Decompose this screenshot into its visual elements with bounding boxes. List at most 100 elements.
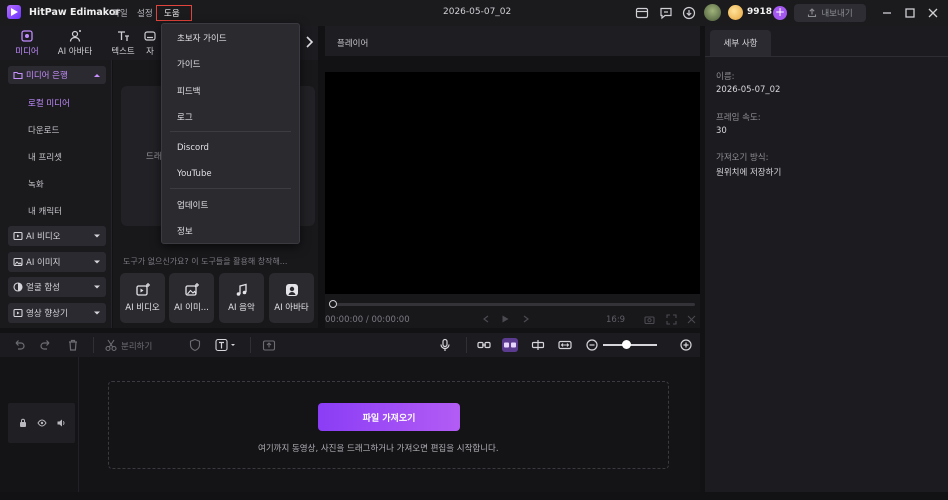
media-bank-label: 미디어 은행 bbox=[26, 71, 68, 81]
menu-help[interactable]: 도움 bbox=[164, 7, 180, 19]
export-button[interactable]: 내보내기 bbox=[794, 4, 866, 22]
download-icon[interactable] bbox=[682, 6, 696, 20]
toolbar-divider bbox=[466, 337, 467, 353]
sidebar-group-face-swap[interactable]: 얼굴 합성 bbox=[8, 277, 106, 297]
media-icon bbox=[20, 29, 34, 43]
ai-card-avatar[interactable]: AI 아바타 bbox=[269, 273, 314, 323]
document-title: 2026-05-07_02 bbox=[443, 7, 512, 17]
add-coins-button[interactable]: + bbox=[773, 6, 787, 20]
enhancer-label: 영상 향상기 bbox=[26, 309, 68, 319]
sidebar-item-local-media[interactable]: 로컬 미디어 bbox=[28, 97, 70, 109]
ai-music-icon bbox=[234, 282, 250, 298]
zoom-slider-handle[interactable] bbox=[622, 340, 631, 349]
split-label[interactable]: 분리하기 bbox=[121, 340, 152, 352]
ai-card-video[interactable]: AI 비디오 bbox=[120, 273, 165, 323]
tab-ai-avatar[interactable]: AI 아바타 bbox=[52, 29, 98, 57]
maximize-icon[interactable] bbox=[903, 6, 917, 20]
zoom-in-icon[interactable] bbox=[679, 338, 693, 352]
import-files-button[interactable]: 파일 가져오기 bbox=[318, 403, 460, 431]
menu-item-log[interactable]: 로그 bbox=[162, 104, 299, 130]
close-icon[interactable] bbox=[926, 6, 940, 20]
menu-item-feedback[interactable]: 피드백 bbox=[162, 78, 299, 104]
sidebar-group-enhancer[interactable]: 영상 향상기 bbox=[8, 303, 106, 323]
menu-item-guide[interactable]: 가이드 bbox=[162, 51, 299, 77]
player-screen[interactable] bbox=[325, 72, 700, 294]
coin-icon bbox=[728, 5, 743, 20]
prev-frame-icon[interactable] bbox=[481, 314, 491, 324]
ai-card-music[interactable]: AI 음악 bbox=[219, 273, 264, 323]
snapshot-icon[interactable] bbox=[644, 314, 655, 325]
zoom-out-icon[interactable] bbox=[585, 338, 599, 352]
tab-details[interactable]: 세부 사항 bbox=[710, 30, 771, 56]
feedback-icon[interactable] bbox=[659, 6, 673, 20]
menu-item-about[interactable]: 정보 bbox=[162, 218, 299, 244]
ai-card-music-label: AI 음악 bbox=[228, 303, 255, 313]
fit-timeline-icon[interactable] bbox=[558, 338, 572, 352]
lock-icon[interactable] bbox=[18, 418, 28, 428]
details-divider bbox=[705, 56, 948, 57]
menu-separator bbox=[170, 131, 291, 132]
redo-icon[interactable] bbox=[39, 338, 53, 352]
scrubber-handle[interactable] bbox=[329, 300, 337, 308]
sidebar-item-downloads[interactable]: 다운로드 bbox=[28, 124, 59, 136]
text-tool-dropdown[interactable] bbox=[215, 338, 239, 352]
sidebar-item-presets[interactable]: 내 프리셋 bbox=[28, 151, 62, 163]
tab-media[interactable]: 미디어 bbox=[4, 29, 50, 57]
avatar[interactable] bbox=[704, 4, 721, 21]
delete-icon[interactable] bbox=[66, 338, 80, 352]
menu-item-youtube[interactable]: YouTube bbox=[162, 161, 299, 187]
microphone-icon[interactable] bbox=[438, 338, 452, 352]
export-frame-icon[interactable] bbox=[262, 338, 276, 352]
magnetic-snap-toggle[interactable] bbox=[502, 338, 518, 352]
visibility-icon[interactable] bbox=[37, 418, 47, 428]
track-header bbox=[8, 403, 75, 443]
menu-item-discord[interactable]: Discord bbox=[162, 135, 299, 161]
ai-video-icon bbox=[13, 231, 23, 241]
chevron-down-icon bbox=[94, 311, 100, 315]
ai-card-video-label: AI 비디오 bbox=[125, 303, 160, 313]
menu-item-beginner-guide[interactable]: 초보자 가이드 bbox=[162, 25, 299, 51]
shield-icon[interactable] bbox=[188, 338, 202, 352]
face-icon bbox=[13, 282, 23, 292]
expand-icon[interactable] bbox=[686, 314, 697, 325]
enhancer-icon bbox=[13, 308, 23, 318]
tabs-next-icon[interactable] bbox=[302, 35, 316, 49]
export-icon bbox=[808, 8, 817, 18]
menu-settings[interactable]: 설정 bbox=[137, 7, 153, 19]
next-frame-icon[interactable] bbox=[521, 314, 531, 324]
text-icon bbox=[116, 29, 130, 43]
split-audio-icon[interactable] bbox=[531, 338, 545, 352]
detail-name-label: 이름: bbox=[716, 72, 735, 82]
import-hint: 여기까지 동영상, 사진을 드래그하거나 가져오면 편집을 시작합니다. bbox=[258, 444, 499, 454]
minimize-icon[interactable] bbox=[880, 6, 894, 20]
link-icon[interactable] bbox=[477, 338, 491, 352]
avatar-icon bbox=[68, 29, 82, 43]
scissors-icon[interactable] bbox=[104, 338, 118, 352]
detail-framerate-label: 프레임 속도: bbox=[716, 113, 761, 123]
sidebar-group-ai-video[interactable]: AI 비디오 bbox=[8, 226, 106, 246]
help-menu-dropdown: 초보자 가이드 가이드 피드백 로그 Discord YouTube 업데이트 … bbox=[161, 23, 300, 244]
aspect-ratio[interactable]: 16:9 bbox=[606, 315, 625, 325]
chevron-up-icon bbox=[94, 74, 100, 77]
play-icon[interactable] bbox=[500, 314, 510, 324]
fullscreen-icon[interactable] bbox=[666, 314, 677, 325]
media-bank-section[interactable]: 미디어 은행 bbox=[8, 66, 106, 84]
menu-item-update[interactable]: 업데이트 bbox=[162, 192, 299, 218]
sidebar-item-recordings[interactable]: 녹화 bbox=[28, 178, 44, 190]
detail-framerate-value: 30 bbox=[716, 126, 727, 136]
ai-card-image[interactable]: AI 이미... bbox=[169, 273, 214, 323]
menu-file[interactable]: 파일 bbox=[112, 7, 128, 19]
undo-icon[interactable] bbox=[12, 338, 26, 352]
ai-image-label: AI 이미지 bbox=[26, 258, 61, 268]
tab-media-label: 미디어 bbox=[15, 47, 39, 57]
ai-avatar-icon bbox=[284, 282, 300, 298]
tab-ai-avatar-label: AI 아바타 bbox=[57, 47, 93, 57]
app-name: HitPaw Edimakor bbox=[29, 7, 121, 18]
export-label: 내보내기 bbox=[821, 9, 853, 19]
sidebar-item-characters[interactable]: 내 캐릭터 bbox=[28, 205, 62, 217]
sidebar-group-ai-image[interactable]: AI 이미지 bbox=[8, 252, 106, 272]
layout-icon[interactable] bbox=[635, 6, 649, 20]
volume-icon[interactable] bbox=[56, 418, 66, 428]
track-header-divider bbox=[78, 357, 79, 492]
player-scrubber[interactable] bbox=[333, 303, 695, 306]
